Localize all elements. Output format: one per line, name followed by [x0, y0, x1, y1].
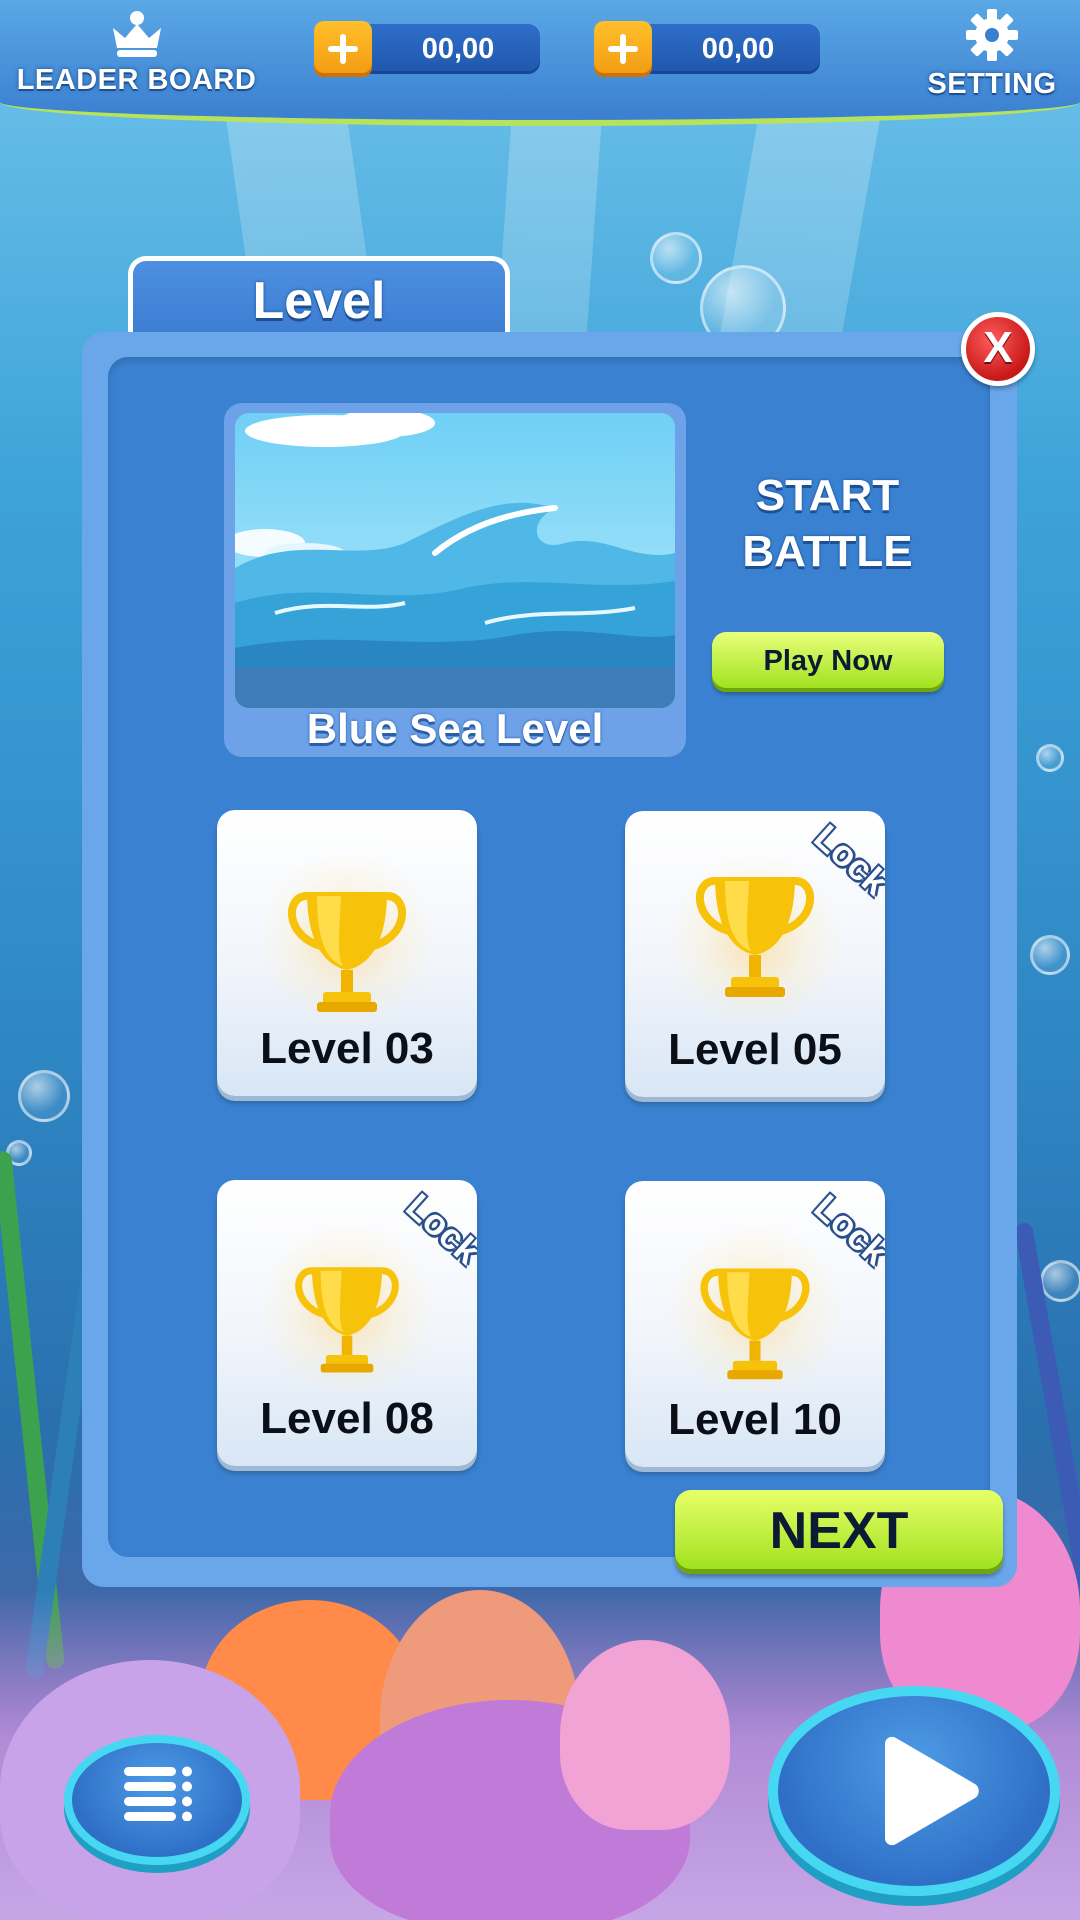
bubble: [18, 1070, 70, 1122]
currency-amount: 00,00: [701, 33, 775, 65]
leaderboard-button[interactable]: LEADER BOARD: [14, 8, 259, 97]
gear-icon: [966, 9, 1018, 61]
level-label: Level 10: [668, 1395, 842, 1444]
start-battle-line: START: [755, 471, 900, 520]
featured-level-name: Blue Sea Level: [306, 705, 604, 752]
trophy-icon: [295, 1267, 399, 1373]
level-card[interactable]: Level 03: [217, 810, 477, 1096]
plus-icon[interactable]: [314, 21, 372, 77]
currency-amount: 00,00: [421, 33, 495, 65]
next-button[interactable]: NEXT: [675, 1490, 1003, 1574]
sea-wave-image: [235, 413, 675, 708]
crown-icon: [112, 11, 161, 57]
menu-list-icon: [124, 1766, 192, 1821]
panel-title: Level: [252, 272, 386, 330]
start-battle-heading: START BATTLE: [705, 468, 950, 580]
bubble: [1036, 744, 1064, 772]
play-button[interactable]: [768, 1686, 1060, 1896]
bubble: [650, 232, 702, 284]
leaderboard-label: LEADER BOARD: [16, 64, 257, 96]
setting-label: SETTING: [927, 68, 1057, 100]
play-icon: [885, 1736, 979, 1846]
trophy-icon: [696, 877, 814, 997]
setting-button[interactable]: SETTING: [922, 8, 1062, 101]
trophy-icon: [288, 892, 406, 1012]
currency-counter: 00,00: [594, 21, 820, 77]
top-bar: LEADER BOARD 00,00 00,00 SETTING: [0, 0, 1080, 126]
level-card-locked[interactable]: Lock Level 08: [217, 1180, 477, 1466]
play-now-button[interactable]: Play Now: [712, 632, 944, 692]
level-card-locked[interactable]: Lock Level 05: [625, 811, 885, 1097]
menu-button[interactable]: [64, 1735, 250, 1865]
level-label: Level 03: [260, 1024, 434, 1073]
close-icon: X: [983, 323, 1013, 372]
trophy-icon: [700, 1268, 810, 1380]
close-button[interactable]: X: [961, 312, 1035, 386]
start-battle-line: BATTLE: [742, 527, 913, 576]
currency-counter: 00,00: [314, 21, 540, 77]
level-card-locked[interactable]: Lock Level 10: [625, 1181, 885, 1467]
bubble: [1030, 935, 1070, 975]
level-label: Level 05: [668, 1025, 842, 1074]
level-label: Level 08: [260, 1394, 434, 1443]
plus-icon[interactable]: [594, 21, 652, 77]
featured-level-card[interactable]: Blue Sea Level: [224, 403, 686, 757]
bubble: [1040, 1260, 1080, 1302]
